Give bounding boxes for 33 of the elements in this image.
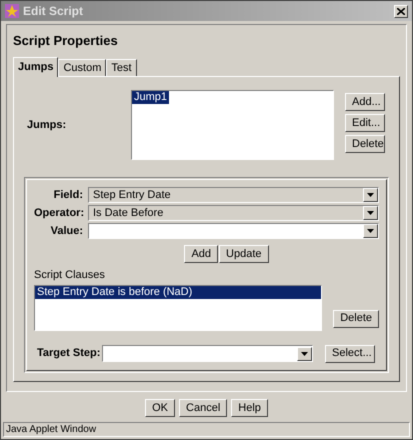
push-button[interactable]: Cancel [179, 399, 228, 417]
field-label: Jumps: [26, 118, 68, 133]
combo-field[interactable] [102, 345, 313, 362]
field-label: Operator: [34, 206, 86, 221]
push-button[interactable]: Delete [333, 310, 379, 328]
push-button[interactable]: Update [219, 245, 269, 263]
push-button[interactable]: Help [231, 399, 268, 417]
combo-field[interactable] [88, 223, 379, 239]
window-title: Edit Script [23, 3, 84, 20]
push-button[interactable]: Delete [345, 135, 385, 153]
field-label: Target Step: [36, 346, 102, 362]
list-box[interactable]: Step Entry Date is before (NaD) [34, 284, 322, 330]
push-button[interactable]: Edit... [345, 114, 385, 132]
list-box[interactable]: Jump1 [131, 90, 334, 160]
list-item[interactable]: Step Entry Date is before (NaD) [35, 286, 322, 298]
dropdown[interactable]: Is Date Before [88, 205, 379, 221]
app-icon [5, 4, 19, 18]
push-button[interactable]: Add [184, 245, 218, 263]
tab[interactable]: Test [106, 59, 137, 76]
tab[interactable]: Jumps [13, 57, 58, 77]
push-button[interactable]: Add... [345, 93, 385, 111]
push-button[interactable]: Select... [325, 344, 375, 362]
close-button[interactable] [394, 4, 408, 18]
push-button[interactable]: OK [145, 399, 176, 417]
tab[interactable]: Custom [58, 59, 106, 76]
status-bar: Java Applet Window [3, 422, 410, 437]
section-heading: Script Properties [13, 32, 119, 50]
close-icon [397, 8, 405, 14]
field-label: Value: [50, 224, 84, 239]
dropdown[interactable]: Step Entry Date [88, 187, 379, 203]
list-label: Script Clauses [34, 268, 106, 283]
list-item[interactable]: Jump1 [132, 91, 170, 104]
field-label: Field: [52, 188, 84, 203]
